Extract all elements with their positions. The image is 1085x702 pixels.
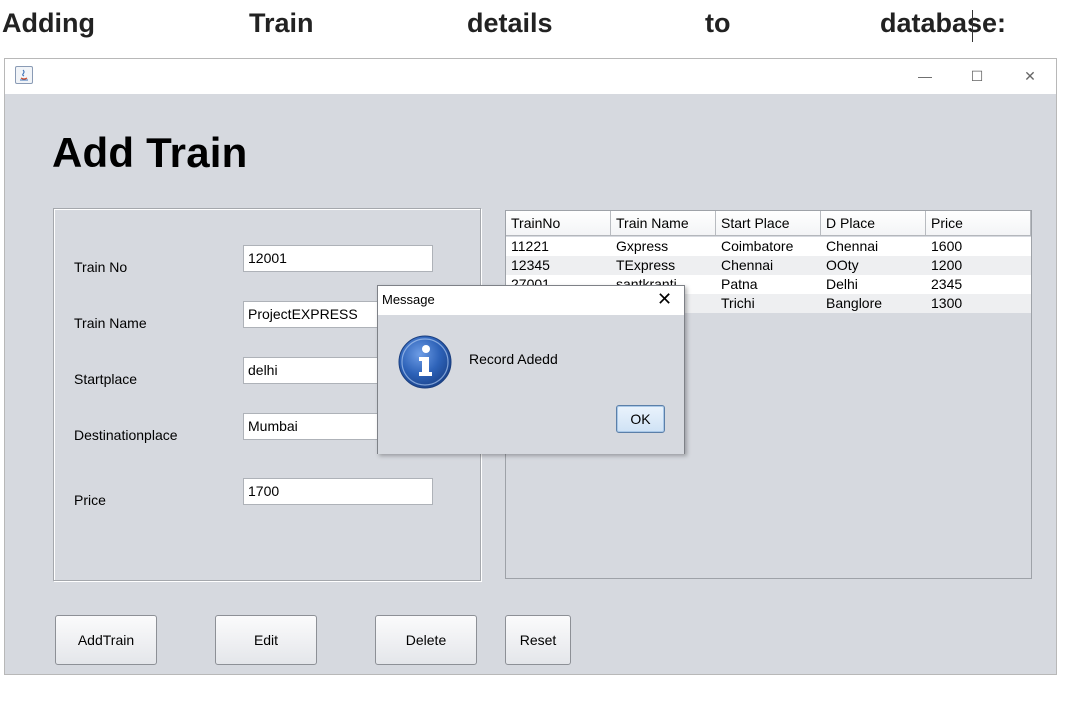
- price-label: Price: [74, 492, 106, 508]
- edit-button[interactable]: Edit: [215, 615, 317, 665]
- table-row[interactable]: 12345 TExpress Chennai OOty 1200: [506, 256, 1031, 275]
- message-dialog: Message ✕ Record Adedd OK: [377, 285, 685, 454]
- ok-button[interactable]: OK: [616, 405, 665, 433]
- text-cursor: [972, 10, 973, 42]
- table-cell: Patna: [721, 276, 758, 292]
- table-cell: Gxpress: [616, 238, 669, 254]
- table-cell: Chennai: [826, 238, 879, 254]
- dialog-title: Message: [382, 292, 435, 307]
- table-cell: 1200: [931, 257, 963, 273]
- table-cell: Chennai: [721, 257, 774, 273]
- delete-button[interactable]: Delete: [375, 615, 477, 665]
- train-no-input[interactable]: 12001: [243, 245, 433, 272]
- heading-word: Train: [249, 8, 314, 38]
- document-heading: Adding Train details to database:: [0, 8, 1085, 48]
- reset-button[interactable]: Reset: [505, 615, 571, 665]
- train-no-label: Train No: [74, 259, 128, 275]
- info-icon: [397, 334, 453, 395]
- java-app-icon: [15, 66, 33, 84]
- table-cell: Coimbatore: [721, 238, 794, 254]
- maximize-icon[interactable]: ☐: [962, 64, 992, 88]
- table-cell: 12345: [511, 257, 550, 273]
- add-train-button[interactable]: AddTrain: [55, 615, 157, 665]
- price-input[interactable]: 1700: [243, 478, 433, 505]
- table-cell: Delhi: [826, 276, 858, 292]
- start-place-label: Startplace: [74, 371, 138, 387]
- dialog-close-icon[interactable]: ✕: [657, 289, 672, 310]
- table-cell: 2345: [931, 276, 963, 292]
- table-cell: OOty: [826, 257, 859, 273]
- minimize-icon[interactable]: —: [910, 64, 940, 88]
- table-header: TrainNo Train Name Start Place D Place P…: [506, 211, 1031, 236]
- table-cell: 1600: [931, 238, 963, 254]
- dialog-body: Record Adedd OK: [378, 315, 684, 454]
- heading-word: database:: [880, 8, 1007, 38]
- destination-place-label: Destinationplace: [74, 427, 178, 443]
- table-cell: Banglore: [826, 295, 883, 311]
- table-cell: 11221: [511, 238, 549, 254]
- table-cell: 1300: [931, 295, 963, 311]
- column-header-train-name[interactable]: Train Name: [611, 211, 716, 235]
- page-title: Add Train: [52, 129, 248, 176]
- close-icon[interactable]: ✕: [1015, 64, 1045, 88]
- column-header-start-place[interactable]: Start Place: [716, 211, 821, 235]
- table-cell: Trichi: [721, 295, 755, 311]
- train-name-label: Train Name: [74, 315, 147, 331]
- table-cell: TExpress: [616, 257, 676, 273]
- heading-word: details: [467, 8, 553, 38]
- window-titlebar[interactable]: — ☐ ✕: [5, 59, 1056, 94]
- dialog-titlebar[interactable]: Message ✕: [378, 286, 684, 315]
- column-header-d-place[interactable]: D Place: [821, 211, 926, 235]
- dialog-message: Record Adedd: [469, 351, 558, 367]
- table-row[interactable]: 11221 Gxpress Coimbatore Chennai 1600: [506, 237, 1031, 256]
- column-header-train-no[interactable]: TrainNo: [506, 211, 611, 235]
- column-header-price[interactable]: Price: [926, 211, 1031, 235]
- heading-word: Adding: [2, 8, 95, 38]
- heading-word: to: [705, 8, 731, 38]
